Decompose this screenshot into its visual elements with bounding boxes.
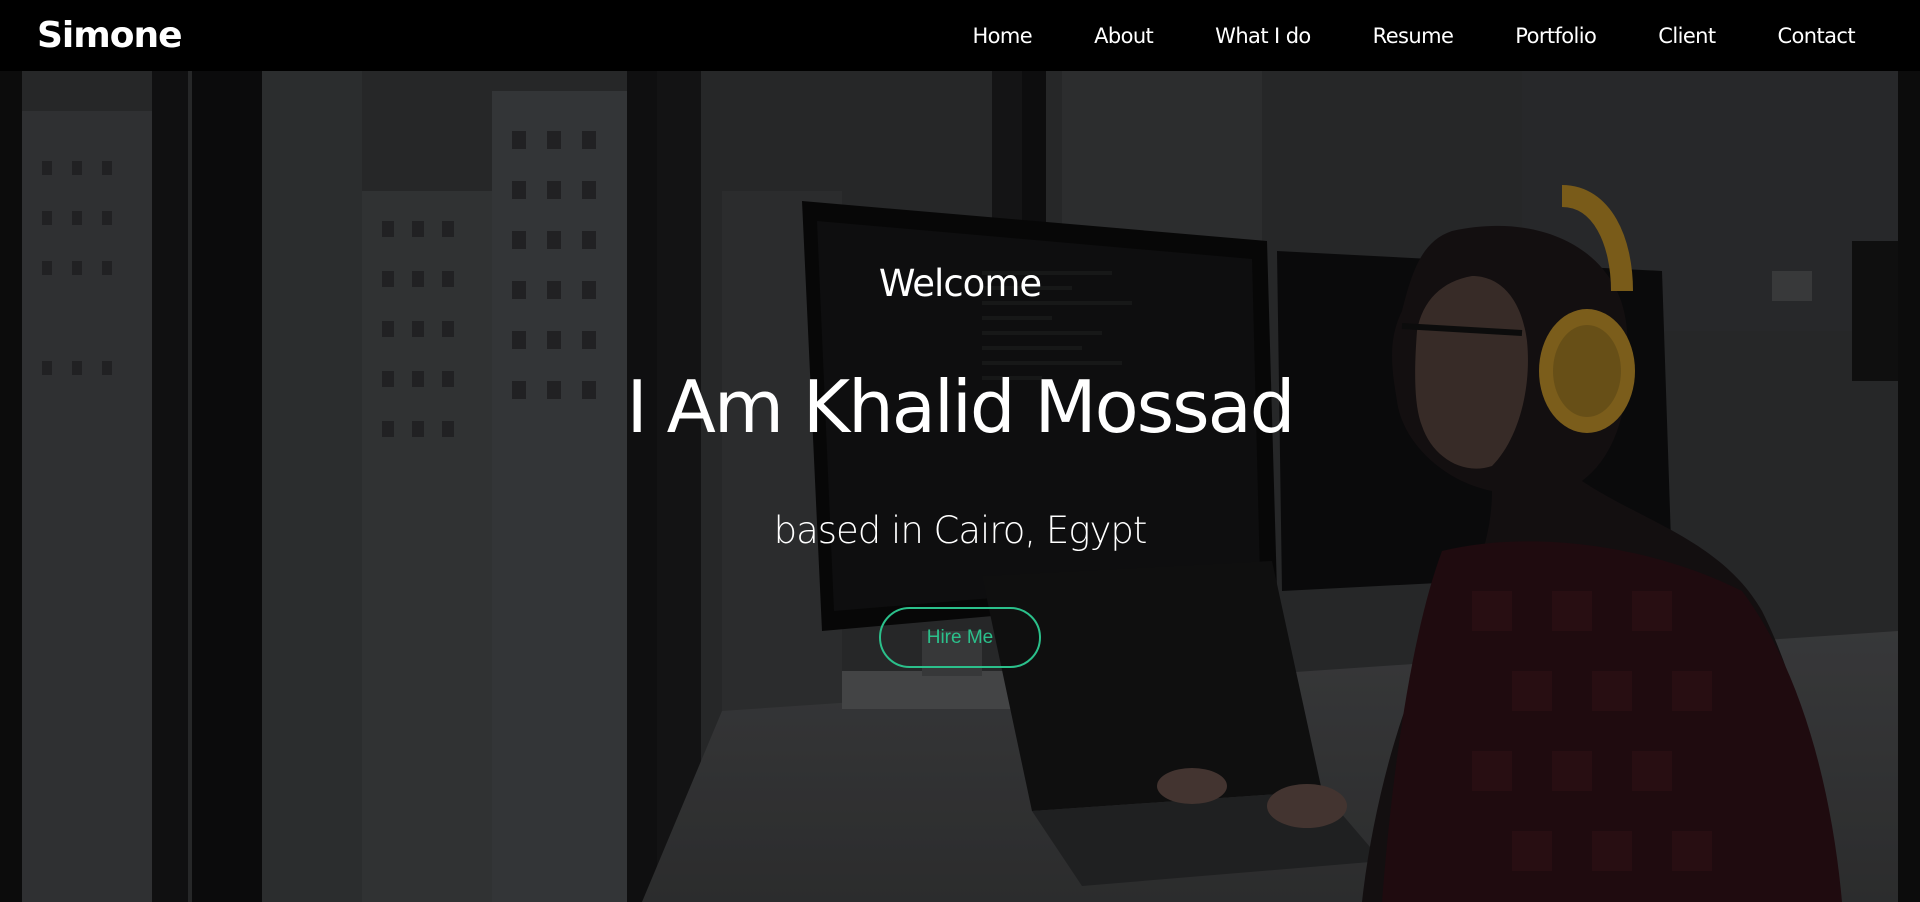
nav-menu: Home About What I do Resume Portfolio Cl… [972,0,1855,71]
nav-link-client[interactable]: Client [1658,21,1716,51]
nav-item-about: About [1094,21,1154,51]
nav-link-home[interactable]: Home [972,21,1032,51]
hire-me-button[interactable]: Hire Me [879,607,1041,668]
nav-link-contact[interactable]: Contact [1777,21,1855,51]
nav-link-portfolio[interactable]: Portfolio [1515,21,1597,51]
nav-item-home: Home [972,21,1032,51]
hero-title: I Am Khalid Mossad [626,365,1296,449]
hero-content: Welcome I Am Khalid Mossad based in Cair… [0,71,1920,902]
nav-item-client: Client [1658,21,1716,51]
nav-item-portfolio: Portfolio [1515,21,1597,51]
nav-link-what-i-do[interactable]: What I do [1215,21,1311,51]
nav-link-about[interactable]: About [1094,21,1154,51]
nav-item-resume: Resume [1373,21,1454,51]
hero-section: Welcome I Am Khalid Mossad based in Cair… [0,71,1920,902]
nav-link-resume[interactable]: Resume [1373,21,1454,51]
hero-subtitle: based in Cairo, Egypt [773,509,1148,552]
nav-item-contact: Contact [1777,21,1855,51]
nav-item-what-i-do: What I do [1215,21,1311,51]
brand-logo[interactable]: Simone [37,14,183,58]
hero-welcome-text: Welcome [878,262,1042,305]
navbar: Simone Home About What I do Resume Portf… [0,0,1920,71]
